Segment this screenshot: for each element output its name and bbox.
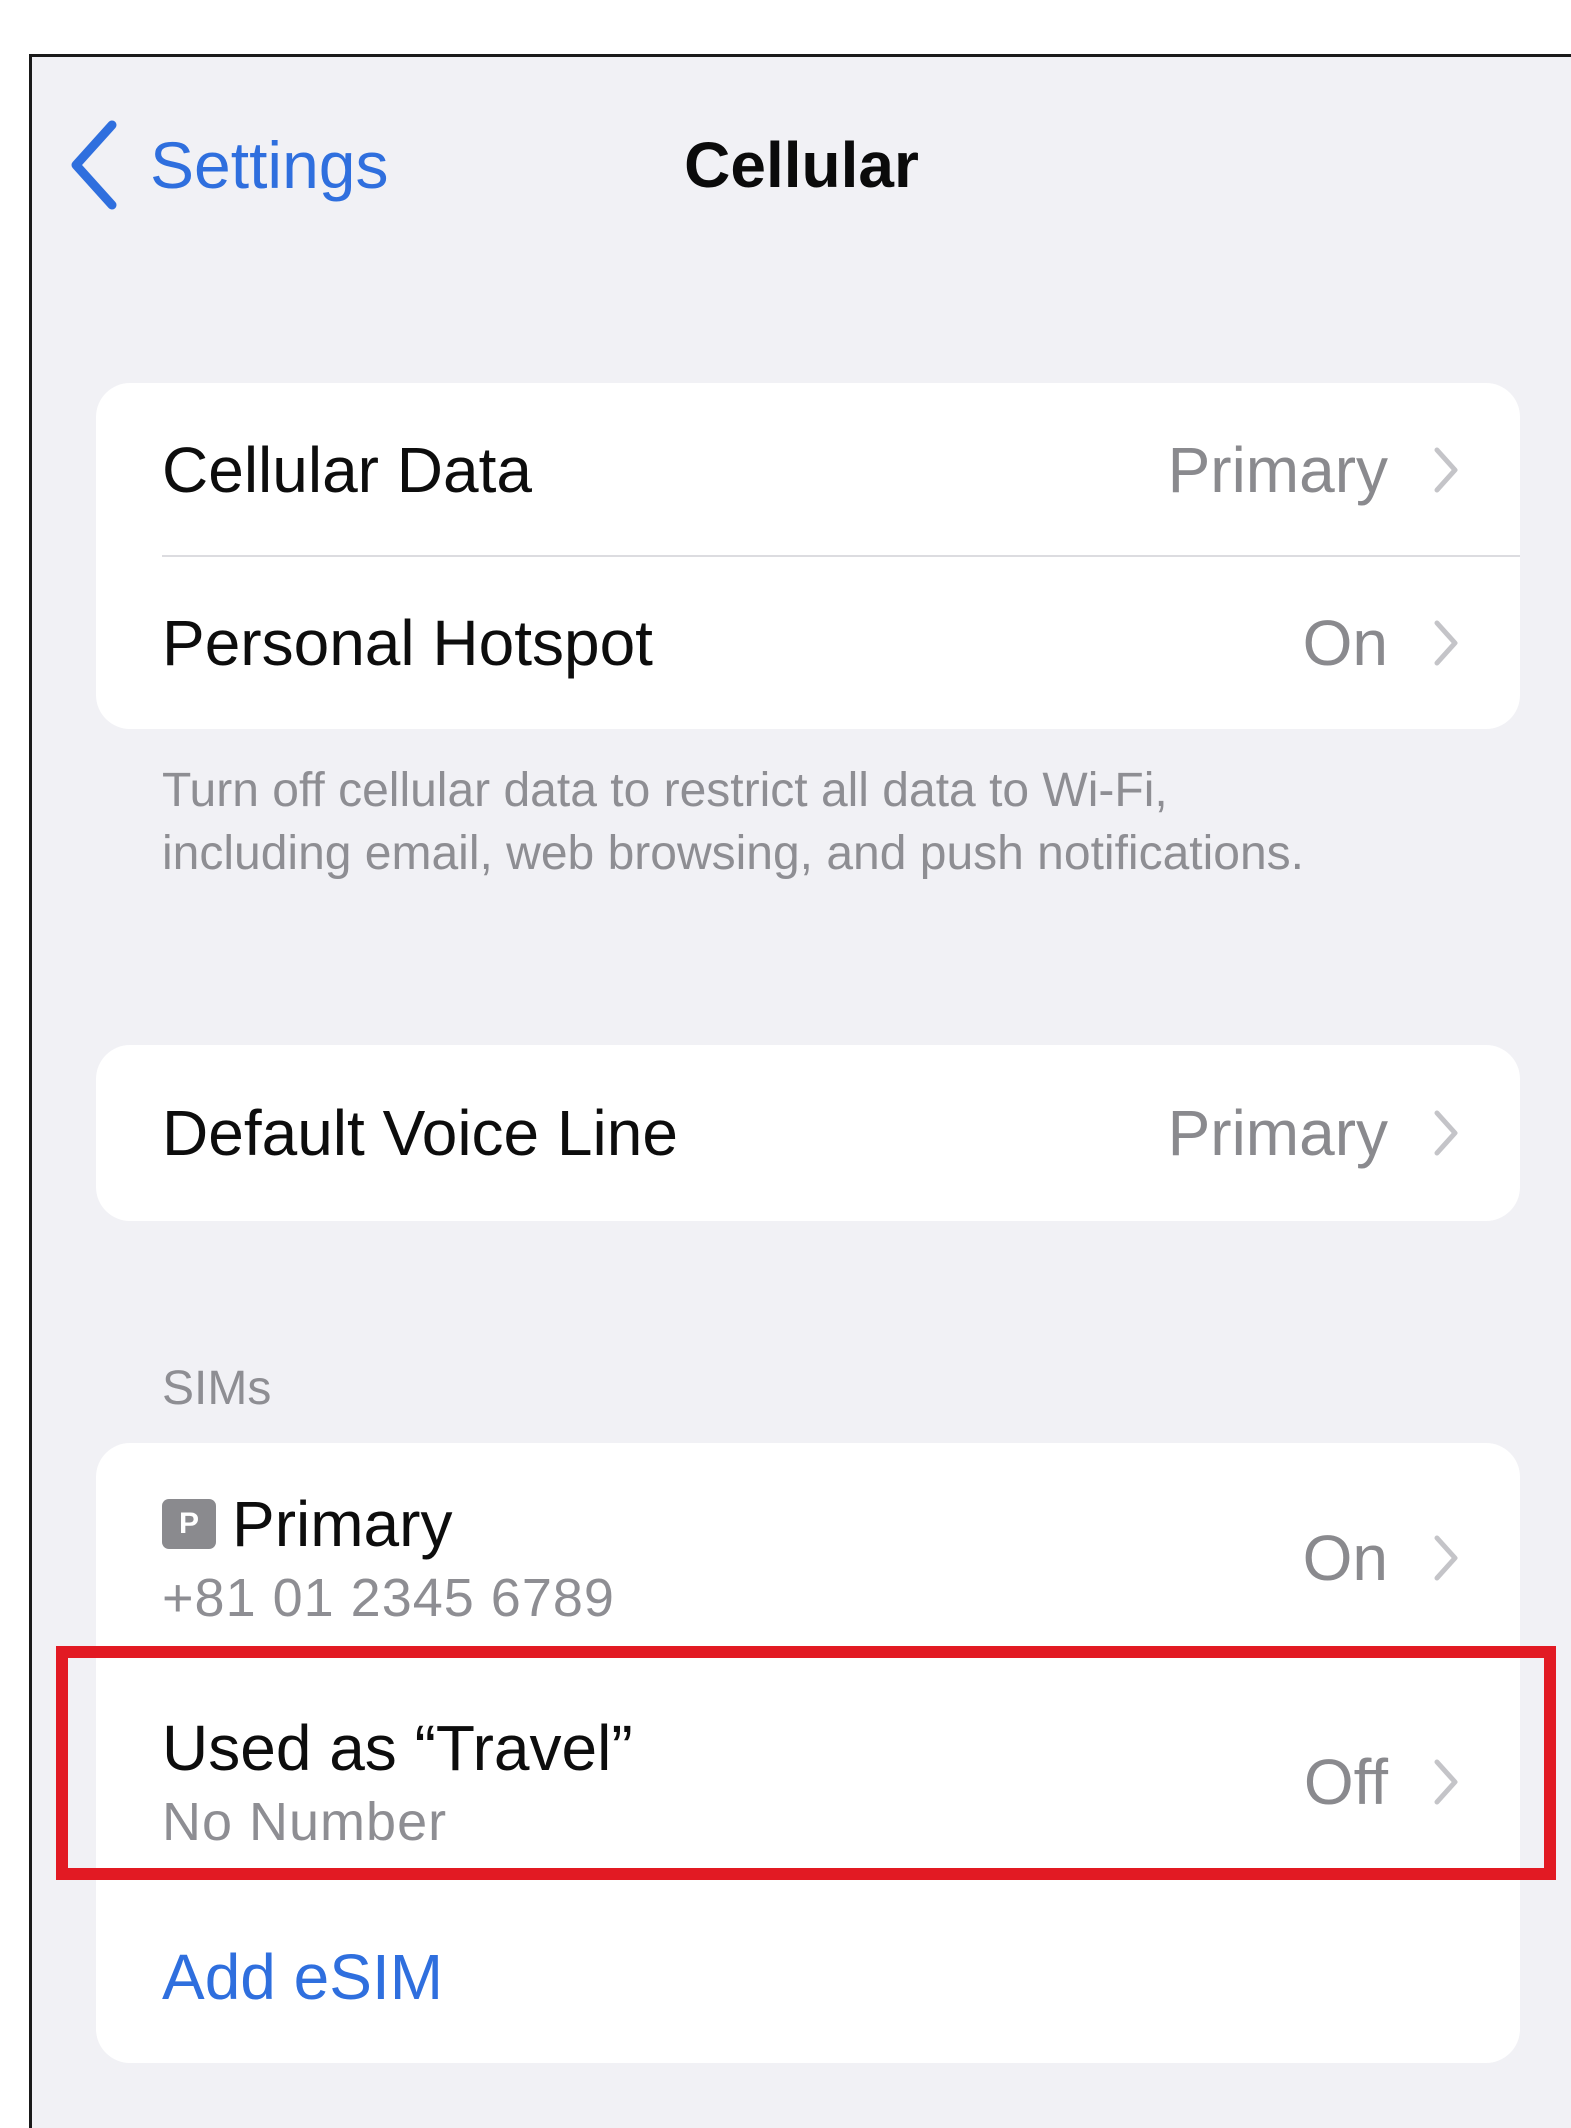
chevron-right-icon xyxy=(1434,1110,1458,1156)
sim-text: P Primary +81 01 2345 6789 xyxy=(162,1487,1303,1629)
row-value: Primary xyxy=(1167,434,1388,506)
add-esim-row[interactable]: Add eSIM xyxy=(96,1891,1520,2063)
highlight-box xyxy=(56,1646,1556,1880)
cellular-data-row[interactable]: Cellular Data Primary xyxy=(96,383,1520,557)
default-voice-line-row[interactable]: Default Voice Line Primary xyxy=(96,1045,1520,1221)
cellular-footnote: Turn off cellular data to restrict all d… xyxy=(162,764,1304,880)
sim-name: Primary xyxy=(232,1488,453,1560)
sims-section-header: SIMs xyxy=(162,1362,272,1415)
sim-primary-row[interactable]: P Primary +81 01 2345 6789 On xyxy=(96,1443,1520,1673)
chevron-right-icon xyxy=(1434,447,1458,493)
personal-hotspot-row[interactable]: Personal Hotspot On xyxy=(96,557,1520,729)
add-esim-button[interactable]: Add eSIM xyxy=(162,1940,443,2014)
sim-title: P Primary xyxy=(162,1487,1303,1561)
cellular-data-group: Cellular Data Primary Personal Hotspot O… xyxy=(96,383,1520,729)
row-value: On xyxy=(1302,607,1388,679)
row-value: On xyxy=(1302,1522,1388,1594)
sim-phone-number: +81 01 2345 6789 xyxy=(162,1568,615,1628)
row-label: Default Voice Line xyxy=(162,1097,678,1169)
chevron-right-icon xyxy=(1434,620,1458,666)
voice-line-group: Default Voice Line Primary xyxy=(96,1045,1520,1221)
row-value: Primary xyxy=(1167,1097,1388,1169)
chevron-right-icon xyxy=(1434,1535,1458,1581)
page-title: Cellular xyxy=(684,129,919,201)
row-label: Personal Hotspot xyxy=(162,607,653,679)
primary-badge-icon: P xyxy=(162,1499,216,1549)
row-label: Cellular Data xyxy=(162,434,532,506)
